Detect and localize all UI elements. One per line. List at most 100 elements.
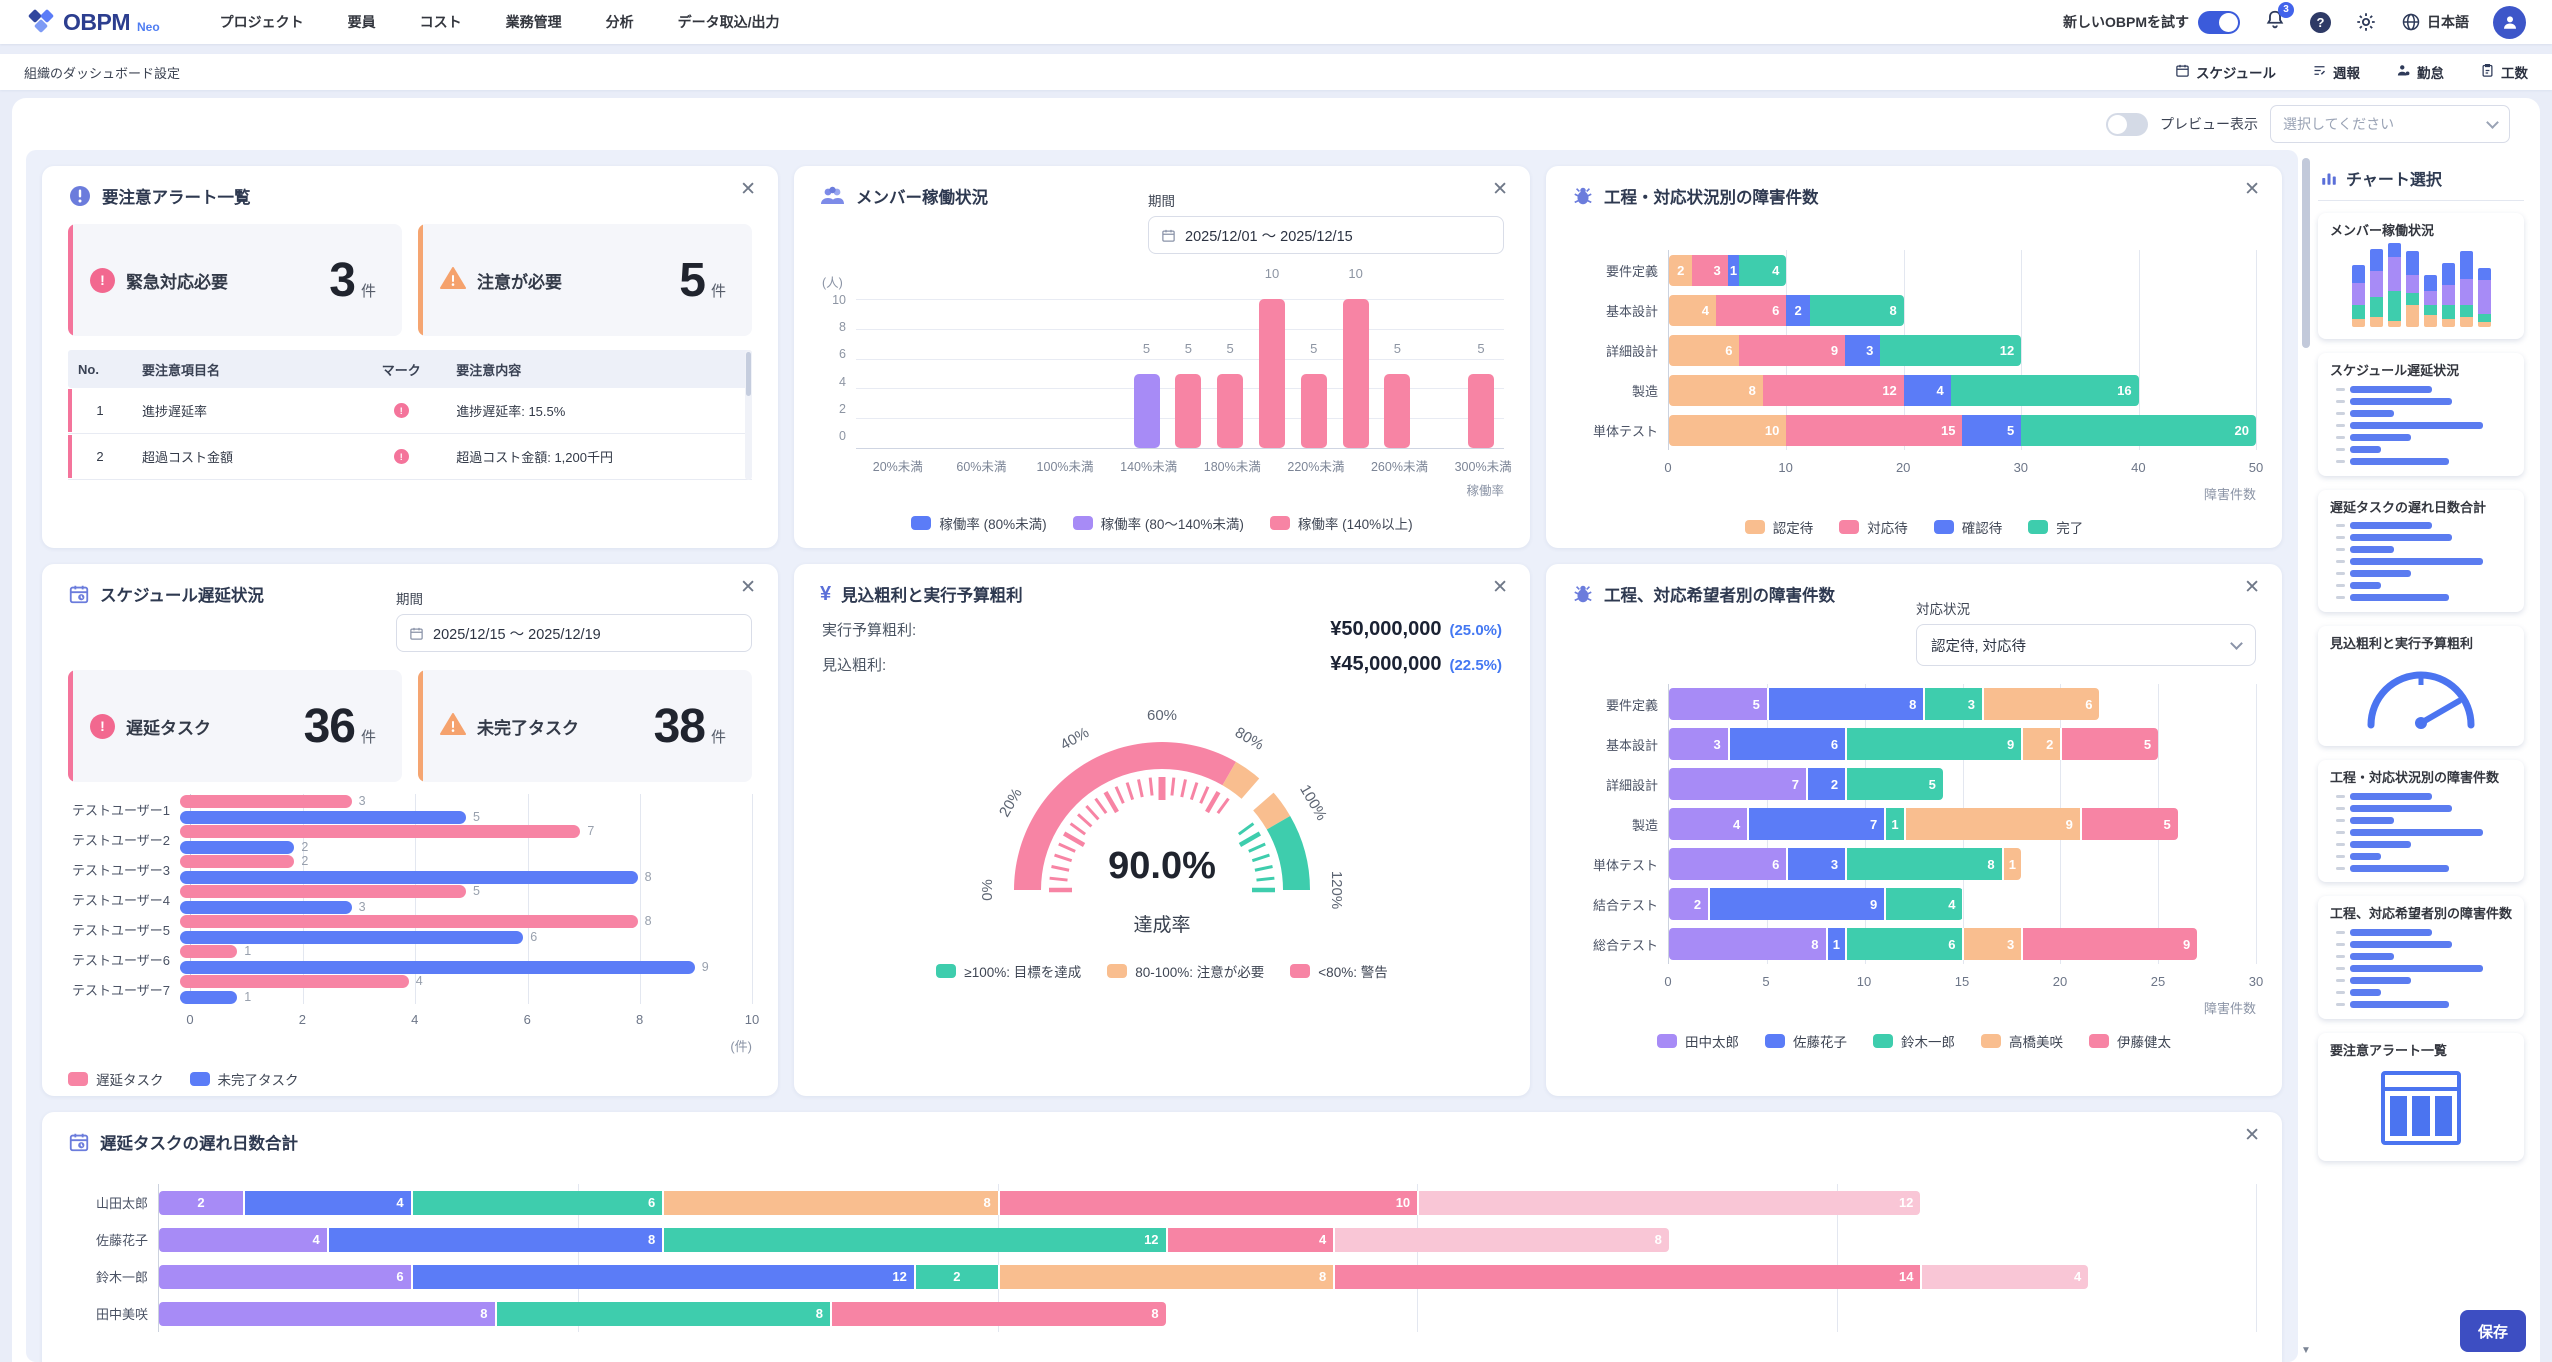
language-label: 日本語 [2427, 12, 2469, 32]
segment-value: 12 [1899, 1195, 1913, 1210]
segment-value: 1 [2009, 857, 2016, 872]
dashboard-select[interactable]: 選択してください [2270, 105, 2510, 143]
chart-row: 基本設計4628 [1572, 290, 2256, 330]
chart-thumbnail-0[interactable]: メンバー稼働状況 [2318, 213, 2524, 339]
quick-link-label: スケジュール [2196, 62, 2276, 82]
menu-item-4[interactable]: 分析 [606, 12, 634, 32]
legend-item[interactable]: 稼働率 (140%以上) [1270, 513, 1413, 533]
gridline [1417, 1295, 1418, 1332]
language-selector[interactable]: 日本語 [2401, 12, 2469, 32]
gauge-value: 90.0% [1108, 845, 1216, 887]
legend-item[interactable]: 認定待 [1745, 517, 1814, 537]
trial-toggle[interactable] [2198, 11, 2240, 34]
quick-link-0[interactable]: スケジュール [2175, 62, 2276, 82]
close-icon[interactable] [2244, 1126, 2260, 1145]
table-row[interactable]: 2超過コスト金額!超過コスト金額: 1,200千円 [68, 434, 752, 480]
card-defects-assignee: 工程、対応希望者別の障害件数 対応状況 認定待, 対応待 要件定義5836基本設… [1546, 564, 2282, 1096]
bar-value-label: 1 [244, 990, 251, 1004]
menu-item-0[interactable]: プロジェクト [220, 12, 304, 32]
legend-color-chip [2089, 1034, 2109, 1048]
chart-thumbnail-3[interactable]: 見込粗利と実行予算粗利 [2318, 626, 2524, 746]
gridline [856, 299, 1504, 300]
scrollbar-thumb[interactable] [2302, 158, 2310, 348]
legend-item[interactable]: 高橋美咲 [1981, 1031, 2063, 1051]
legend-item[interactable]: 完了 [2028, 517, 2083, 537]
sidebar-header: チャート選択 [2318, 162, 2524, 201]
chart-row: 鈴木一郎61228144 [68, 1258, 2256, 1295]
thumbnail-bar [2350, 965, 2483, 972]
legend-color-chip [1873, 1034, 1893, 1048]
stat-unit: 件 [361, 280, 376, 301]
status-filter-select[interactable]: 認定待, 対応待 [1916, 624, 2256, 666]
bar [180, 915, 638, 928]
legend-item[interactable]: 対応待 [1839, 517, 1908, 537]
app-logo[interactable]: OBPM Neo [26, 7, 160, 37]
stacked-bar: 69312 [1669, 335, 2021, 366]
scroll-down-arrow[interactable]: ▼ [2301, 1345, 2311, 1356]
legend-item[interactable]: 確認待 [1934, 517, 2003, 537]
save-button[interactable]: 保存 [2460, 1310, 2526, 1352]
thumbnail-bar [2350, 458, 2449, 465]
gear-icon[interactable] [2355, 11, 2377, 33]
quick-link-3[interactable]: 工数 [2480, 62, 2528, 82]
period-input[interactable]: 2025/12/01 ～ 2025/12/15 [1148, 216, 1504, 254]
bar-segment: 12 [1880, 335, 2021, 366]
x-tick-label: 5 [1762, 974, 1769, 989]
period-input[interactable]: 2025/12/15 ～ 2025/12/19 [396, 614, 752, 652]
quick-link-label: 週報 [2333, 62, 2360, 82]
legend-item[interactable]: 稼働率 (80%未満) [911, 513, 1046, 533]
close-icon[interactable] [740, 180, 756, 199]
profit-row: 実行予算粗利: ¥50,000,000 (25.0%) [822, 618, 1502, 641]
legend-item[interactable]: 80-100%: 注意が必要 [1107, 961, 1264, 981]
dashboard-content: 要注意アラート一覧 !緊急対応必要3件注意が必要5件 No. 要注意項目名 マー… [12, 150, 2540, 1362]
close-icon[interactable] [2244, 578, 2260, 597]
menu-item-3[interactable]: 業務管理 [506, 12, 562, 32]
bug-icon [1572, 583, 1594, 605]
card-title: 工程、対応希望者別の障害件数 [1604, 582, 1835, 606]
notifications-button[interactable]: 3 [2264, 9, 2286, 36]
gauge-tick [1249, 844, 1265, 851]
preview-toggle[interactable] [2106, 113, 2148, 136]
chart-thumbnail-6[interactable]: 要注意アラート一覧 [2318, 1033, 2524, 1161]
menu-item-1[interactable]: 要員 [348, 12, 376, 32]
legend-item[interactable]: 未完了タスク [190, 1069, 299, 1089]
legend-item[interactable]: 遅延タスク [68, 1069, 164, 1089]
table-row[interactable]: 1進捗遅延率!進捗遅延率: 15.5% [68, 388, 752, 434]
close-icon[interactable] [2244, 180, 2260, 199]
bar-value-label: 5 [1134, 341, 1160, 356]
table-scrollbar[interactable] [745, 350, 752, 480]
bar-line: 5 [180, 885, 752, 898]
bar-segment: 14 [1333, 1265, 1920, 1289]
bar-value-label: 7 [587, 824, 594, 838]
menu-item-5[interactable]: データ取込/出力 [678, 12, 780, 32]
segment-value: 6 [1948, 937, 1955, 952]
quick-link-1[interactable]: 週報 [2312, 62, 2360, 82]
chart-thumbnail-4[interactable]: 工程・対応状況別の障害件数 [2318, 760, 2524, 882]
menu-item-2[interactable]: コスト [420, 12, 462, 32]
legend-item[interactable]: <80%: 警告 [1290, 961, 1387, 981]
profit-label: 実行予算粗利: [822, 619, 916, 640]
legend-item[interactable]: 田中太郎 [1657, 1031, 1739, 1051]
quick-link-2[interactable]: 勤怠 [2396, 62, 2444, 82]
bar [1384, 374, 1410, 449]
thumbnail-hbar-chart [2330, 386, 2512, 466]
chart-thumbnail-2[interactable]: 遅延タスクの遅れ日数合計 [2318, 490, 2524, 612]
chart-row: テストユーザー741 [68, 974, 752, 1004]
legend-item[interactable]: ≥100%: 目標を達成 [936, 961, 1081, 981]
chart-thumbnail-5[interactable]: 工程、対応希望者別の障害件数 [2318, 896, 2524, 1018]
legend-item[interactable]: 鈴木一郎 [1873, 1031, 1955, 1051]
bar-value-label: 5 [1217, 341, 1243, 356]
close-icon[interactable] [1492, 578, 1508, 597]
chart-thumbnail-1[interactable]: スケジュール遅延状況 [2318, 353, 2524, 475]
legend-color-chip [68, 1072, 88, 1086]
legend-item[interactable]: 稼働率 (80～140%未満) [1073, 513, 1244, 533]
main-panel: プレビュー表示 選択してください 要注意アラート一覧 !緊急対応必要3件 [12, 98, 2540, 1362]
legend-item[interactable]: 伊藤健太 [2089, 1031, 2171, 1051]
legend-color-chip [1839, 520, 1859, 534]
x-tick-label: 10 [1857, 974, 1871, 989]
user-avatar[interactable] [2493, 6, 2526, 39]
legend-item[interactable]: 佐藤花子 [1765, 1031, 1847, 1051]
stat-value: 36 [304, 699, 355, 754]
x-tick-label: 40 [2131, 460, 2145, 475]
help-button[interactable]: ? [2310, 12, 2331, 33]
